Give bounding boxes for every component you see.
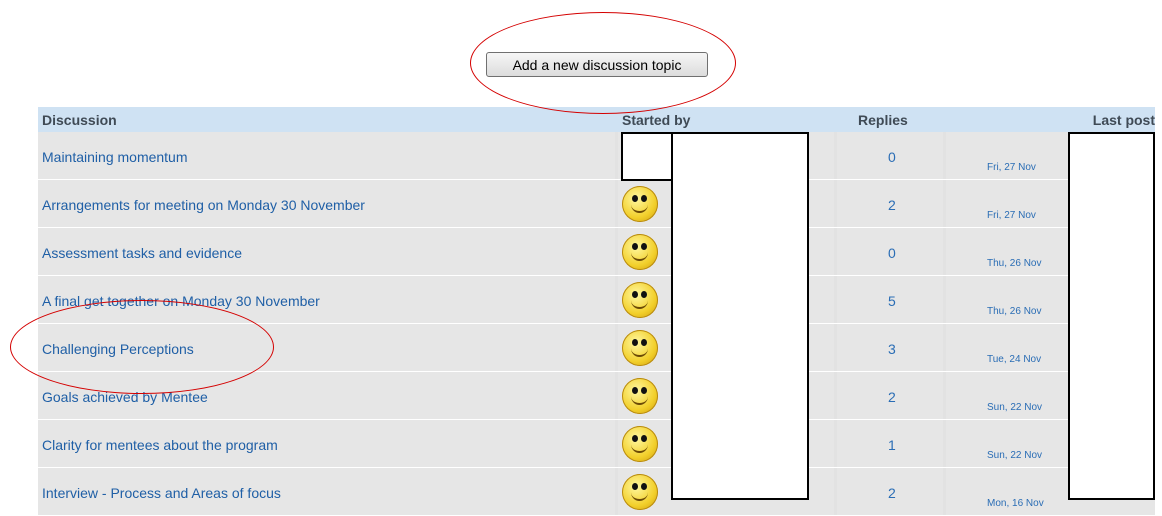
topic-link[interactable]: Goals achieved by Mentee — [42, 389, 208, 405]
replies-cell: 5 — [837, 276, 943, 323]
reply-count: 0 — [888, 149, 896, 165]
smiley-avatar-icon — [622, 378, 658, 414]
topic-cell: Assessment tasks and evidence — [38, 228, 615, 275]
last-post-date[interactable]: Mon, 16 Nov — [987, 498, 1044, 509]
topic-link[interactable]: A final get together on Monday 30 Novemb… — [42, 293, 320, 309]
topic-link[interactable]: Clarity for mentees about the program — [42, 437, 278, 453]
smiley-avatar-icon — [622, 186, 658, 222]
smiley-avatar-icon — [622, 234, 658, 270]
replies-cell: 0 — [837, 132, 943, 179]
header-replies[interactable]: Replies — [858, 112, 908, 128]
replies-cell: 2 — [837, 372, 943, 419]
topic-link[interactable]: Assessment tasks and evidence — [42, 245, 242, 261]
reply-count: 2 — [888, 485, 896, 501]
last-post-date[interactable]: Sun, 22 Nov — [987, 402, 1042, 413]
last-post-date[interactable]: Fri, 27 Nov — [987, 210, 1036, 221]
reply-count: 0 — [888, 245, 896, 261]
replies-cell: 2 — [837, 468, 943, 515]
topic-cell: Interview - Process and Areas of focus — [38, 468, 615, 515]
topic-link[interactable]: Maintaining momentum — [42, 149, 188, 165]
last-post-date[interactable]: Thu, 26 Nov — [987, 306, 1041, 317]
table-row: A final get together on Monday 30 Novemb… — [38, 276, 1155, 323]
reply-count: 5 — [888, 293, 896, 309]
topic-cell: Challenging Perceptions — [38, 324, 615, 371]
topic-cell: Clarity for mentees about the program — [38, 420, 615, 467]
topic-cell: Goals achieved by Mentee — [38, 372, 615, 419]
replies-cell: 0 — [837, 228, 943, 275]
table-row: Maintaining momentum 0 Fri, 27 Nov — [38, 132, 1155, 179]
redaction-box — [621, 132, 673, 181]
table-row: Challenging Perceptions 3 Tue, 24 Nov — [38, 324, 1155, 371]
header-started-by[interactable]: Started by — [622, 112, 690, 128]
topic-cell: Maintaining momentum — [38, 132, 615, 179]
table-row: Interview - Process and Areas of focus 2 M… — [38, 468, 1155, 515]
replies-cell: 3 — [837, 324, 943, 371]
topic-link[interactable]: Arrangements for meeting on Monday 30 No… — [42, 197, 365, 213]
smiley-avatar-icon — [622, 282, 658, 318]
replies-cell: 2 — [837, 180, 943, 227]
last-post-date[interactable]: Sun, 22 Nov — [987, 450, 1042, 461]
table-row: Arrangements for meeting on Monday 30 No… — [38, 180, 1155, 227]
topic-link[interactable]: Challenging Perceptions — [42, 341, 194, 357]
header-discussion[interactable]: Discussion — [42, 112, 117, 128]
topic-cell: Arrangements for meeting on Monday 30 No… — [38, 180, 615, 227]
table-row: Assessment tasks and evidence 0 Thu, 26 No… — [38, 228, 1155, 275]
smiley-avatar-icon — [622, 474, 658, 510]
header-last-post[interactable]: Last post — [1093, 112, 1155, 128]
table-row: Goals achieved by Mentee 2 Sun, 22 Nov — [38, 372, 1155, 419]
smiley-avatar-icon — [622, 426, 658, 462]
reply-count: 3 — [888, 341, 896, 357]
reply-count: 2 — [888, 197, 896, 213]
smiley-avatar-icon — [622, 330, 658, 366]
table-header: Discussion Started by Replies Last post — [38, 107, 1155, 132]
reply-count: 1 — [888, 437, 896, 453]
table-row: Clarity for mentees about the program 1 Su… — [38, 420, 1155, 467]
topic-link[interactable]: Interview - Process and Areas of focus — [42, 485, 281, 501]
topic-cell: A final get together on Monday 30 Novemb… — [38, 276, 615, 323]
replies-cell: 1 — [837, 420, 943, 467]
add-discussion-topic-button[interactable]: Add a new discussion topic — [486, 52, 708, 77]
last-post-date[interactable]: Tue, 24 Nov — [987, 354, 1041, 365]
discussion-table: Discussion Started by Replies Last post … — [38, 107, 1155, 516]
reply-count: 2 — [888, 389, 896, 405]
last-post-date[interactable]: Fri, 27 Nov — [987, 162, 1036, 173]
redaction-box — [1068, 132, 1155, 500]
table-body: Maintaining momentum 0 Fri, 27 Nov Arrangem… — [38, 132, 1155, 515]
redaction-box — [671, 132, 809, 500]
last-post-date[interactable]: Thu, 26 Nov — [987, 258, 1041, 269]
